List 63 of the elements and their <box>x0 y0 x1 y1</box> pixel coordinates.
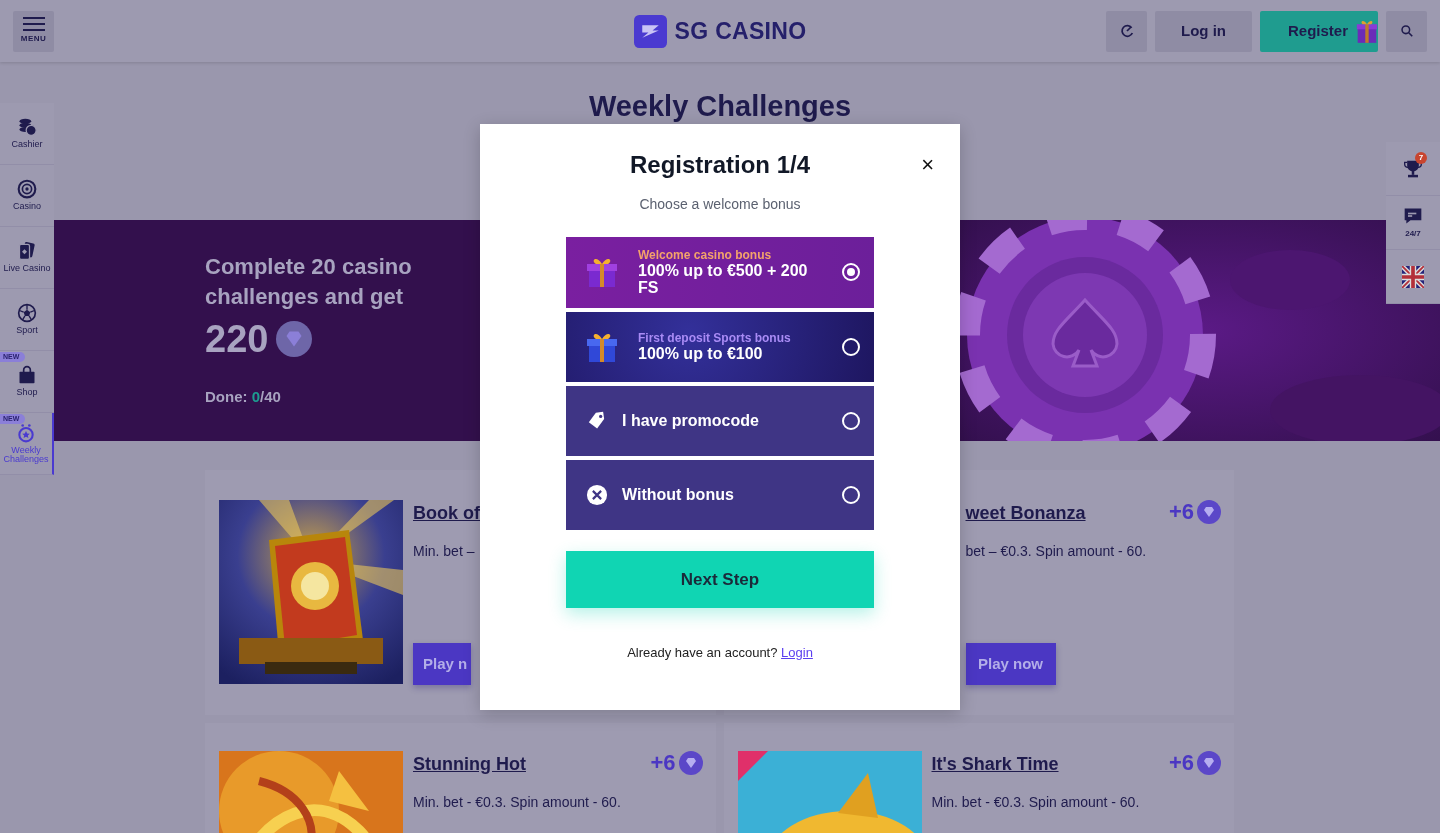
coins-icon <box>17 117 37 138</box>
reward-points: +6 <box>1168 752 1194 774</box>
login-button[interactable]: Log in <box>1155 10 1252 52</box>
bonus-caption: First deposit Sports bonus <box>638 330 791 346</box>
game-link[interactable]: It's Shark Time <box>931 751 1059 778</box>
challenge-description: Min. bet - €0.3. Spin amount - 60. <box>413 793 622 812</box>
sidebar-item[interactable]: Live Casino <box>0 227 54 289</box>
next-step-button[interactable]: Next Step <box>566 550 874 608</box>
challenge-description: bet – €0.3. Spin amount - 60. <box>965 542 1148 561</box>
flag-icon <box>1402 265 1424 288</box>
login-link[interactable]: Login <box>781 644 813 660</box>
medal-icon <box>16 422 36 443</box>
bonus-option[interactable]: First deposit Sports bonus 100% up to €100 <box>566 311 874 382</box>
login-prompt: Already have an account? Login <box>626 643 814 662</box>
play-button[interactable]: Play n <box>413 643 471 685</box>
dialog-subtitle: Choose a welcome bonus <box>638 194 802 214</box>
bonus-caption: Welcome casino bonus <box>638 247 773 262</box>
trophy-button[interactable]: 7 <box>1386 142 1440 196</box>
radio-button[interactable] <box>842 485 860 504</box>
cancel-icon <box>586 483 608 506</box>
progress-text: Done: 0/40 <box>205 387 282 407</box>
trophy-icon <box>1403 158 1423 179</box>
dialog-title: Registration 1/4 <box>628 151 811 180</box>
challenge-description: Min. bet – <box>413 542 476 561</box>
cards-icon <box>17 241 37 262</box>
bonus-option[interactable]: Without bonus <box>566 459 874 530</box>
bonus-title: 100% up to €100 <box>638 345 764 363</box>
radio-button[interactable] <box>842 411 860 430</box>
bonus-option[interactable]: Welcome casino bonus 100% up to €500 + 200 FS <box>566 236 874 308</box>
reward-points: +6 <box>1168 501 1194 523</box>
chat-button[interactable]: 24/7 <box>1386 196 1440 250</box>
bag-icon <box>17 365 37 386</box>
reload-icon <box>1118 23 1135 39</box>
register-button[interactable]: Register <box>1260 10 1378 52</box>
chip-icon <box>17 179 37 200</box>
game-link[interactable]: Stunning Hot <box>413 751 526 778</box>
sidebar-item[interactable]: Sport <box>0 289 54 351</box>
reward-points: +6 <box>650 752 676 774</box>
bonus-title: 100% up to €500 + 200 FS <box>638 261 809 298</box>
play-button[interactable]: Play now <box>965 643 1056 685</box>
ball-icon <box>17 303 37 324</box>
banner-headline: Complete 20 casino challenges and get <box>205 253 413 311</box>
radio-button[interactable] <box>842 337 860 356</box>
radio-button[interactable] <box>842 263 860 282</box>
menu-button[interactable]: MENU <box>13 10 54 52</box>
challenge-description: Min. bet - €0.3. Spin amount - 60. <box>931 793 1141 812</box>
close-button[interactable]: × <box>921 154 934 176</box>
menu-icon <box>22 17 45 31</box>
logo-text: SG CASINO <box>674 16 807 46</box>
page-title: Weekly Challenges <box>587 89 853 124</box>
bonus-title: Without bonus <box>622 486 734 504</box>
bonus-option[interactable]: I have promocode <box>566 385 874 456</box>
logo-icon <box>633 14 667 48</box>
search-button[interactable] <box>1386 10 1427 52</box>
reward-amount: 220 <box>205 320 269 358</box>
search-icon <box>1399 24 1414 38</box>
sidebar-item[interactable]: Cashier <box>0 103 54 165</box>
sidebar-item[interactable]: Casino <box>0 165 54 227</box>
game-link[interactable]: weet Bonanza <box>965 500 1086 527</box>
reload-button[interactable] <box>1106 10 1147 52</box>
count-badge: 7 <box>1415 152 1427 164</box>
game-link[interactable]: Book of <box>413 500 480 527</box>
bonus-title: I have promocode <box>622 412 759 430</box>
